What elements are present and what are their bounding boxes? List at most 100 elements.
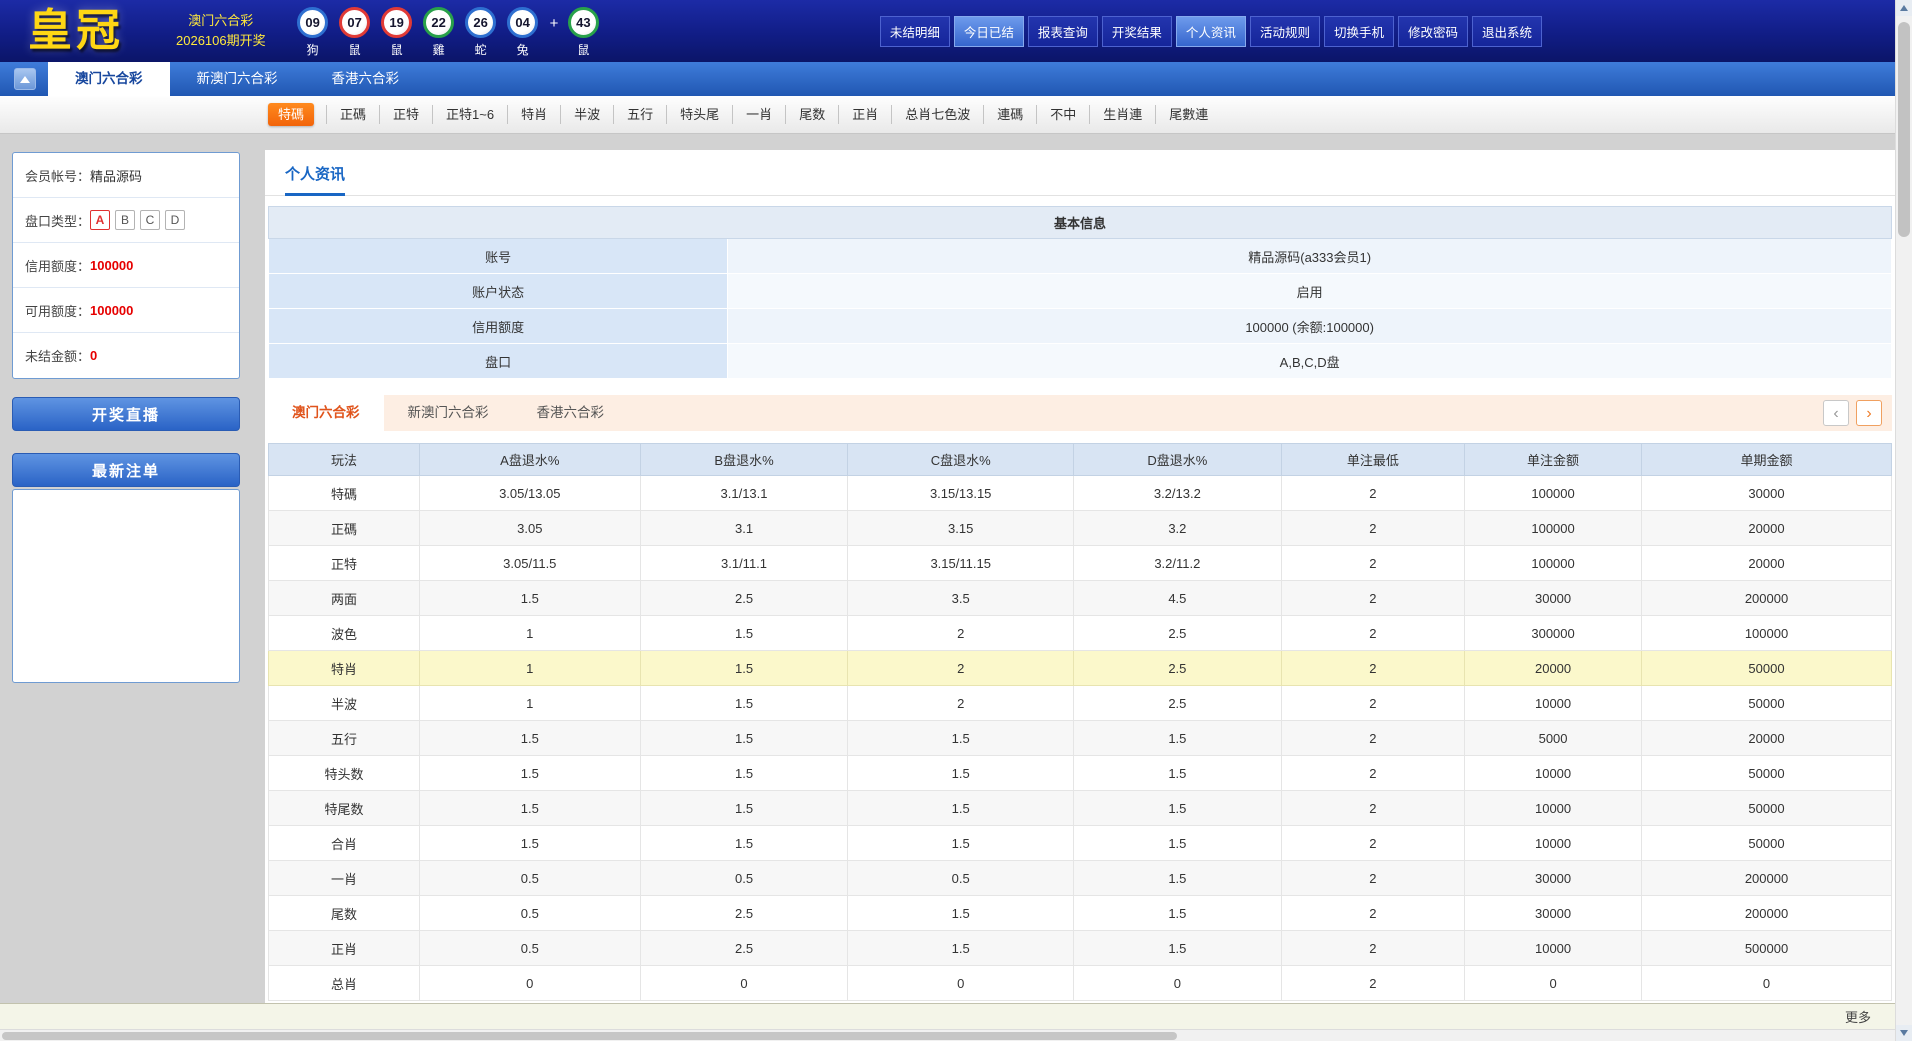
top-menu-item[interactable]: 活动规则 bbox=[1249, 15, 1320, 47]
body-area: 会员帐号： 精品源码 盘口类型： ABCD 信用额度： 100000 可用额度：… bbox=[0, 134, 1912, 1041]
odds-cell: 30000 bbox=[1464, 580, 1643, 616]
subnav-item[interactable]: 正肖 bbox=[838, 105, 891, 124]
top-menu-item[interactable]: 报表查询 bbox=[1027, 15, 1098, 47]
pager-next-button[interactable]: › bbox=[1856, 400, 1882, 426]
odds-cell: 1.5 bbox=[1072, 720, 1282, 756]
more-link[interactable]: 更多 bbox=[1845, 1007, 1871, 1026]
credit-row: 信用额度： 100000 bbox=[13, 243, 239, 288]
odds-row: 正特 3.05/11.5 3.1/11.1 3.15/11.15 3.2/11.2 2 10… bbox=[268, 545, 1892, 581]
odds-cell: 正特 bbox=[268, 545, 420, 581]
odds-cell: 1.5 bbox=[1072, 860, 1282, 896]
ball-number: 43 bbox=[567, 6, 599, 38]
odds-cell: 30000 bbox=[1464, 860, 1643, 896]
odds-column-header: D盘退水% bbox=[1072, 443, 1282, 476]
top-menu-item[interactable]: 开奖结果 bbox=[1101, 15, 1172, 47]
credit-value: 100000 bbox=[90, 257, 134, 273]
subnav-item[interactable]: 特肖 bbox=[507, 105, 560, 124]
odds-cell: 50000 bbox=[1641, 825, 1892, 861]
lottery-ball: 04 兔 bbox=[506, 5, 540, 58]
odds-column-header: 单期金额 bbox=[1641, 443, 1892, 476]
panel-type-button[interactable]: C bbox=[140, 210, 161, 230]
odds-cell: 1.5 bbox=[639, 790, 849, 826]
subnav-item[interactable]: 正特1~6 bbox=[432, 105, 507, 124]
odds-cell: 波色 bbox=[268, 615, 420, 651]
odds-cell: 2 bbox=[1280, 720, 1466, 756]
odds-cell: 正碼 bbox=[268, 510, 420, 546]
odds-lottery-tab[interactable]: 澳门六合彩 bbox=[268, 395, 384, 431]
subnav-item[interactable]: 总肖七色波 bbox=[891, 105, 983, 124]
odds-cell: 两面 bbox=[268, 580, 420, 616]
lottery-tab[interactable]: 香港六合彩 bbox=[305, 62, 427, 96]
vertical-scrollbar-thumb[interactable] bbox=[1898, 22, 1910, 237]
odds-cell: 20000 bbox=[1641, 510, 1892, 546]
top-menu-item[interactable]: 未结明细 bbox=[879, 15, 950, 47]
odds-lottery-tab[interactable]: 新澳门六合彩 bbox=[384, 395, 513, 431]
collapse-button[interactable] bbox=[14, 68, 36, 90]
subnav-item[interactable]: 半波 bbox=[560, 105, 613, 124]
odds-cell: 0.5 bbox=[639, 860, 849, 896]
odds-lottery-tabs: 澳门六合彩 新澳门六合彩 香港六合彩 bbox=[268, 395, 628, 431]
subnav-item[interactable]: 正碼 bbox=[326, 105, 379, 124]
subnav-item[interactable]: 五行 bbox=[613, 105, 666, 124]
subnav-item[interactable]: 正特 bbox=[379, 105, 432, 124]
odds-cell: 1.5 bbox=[418, 825, 641, 861]
horizontal-scrollbar-thumb[interactable] bbox=[2, 1032, 1177, 1040]
subnav-item[interactable]: 特头尾 bbox=[666, 105, 732, 124]
odds-cell: 2 bbox=[847, 615, 1074, 651]
scroll-down-button[interactable] bbox=[1896, 1025, 1912, 1041]
subnav-item[interactable]: 特碼 bbox=[268, 103, 315, 126]
site-logo[interactable]: 皇冠 bbox=[28, 9, 124, 53]
lottery-ball: 22 雞 bbox=[422, 5, 456, 58]
odds-cell: 0.5 bbox=[847, 860, 1074, 896]
panel-type-button[interactable]: A bbox=[90, 210, 111, 230]
odds-cell: 尾数 bbox=[268, 895, 420, 931]
top-menu-item[interactable]: 退出系统 bbox=[1471, 15, 1542, 47]
info-value: 100000 (余额:100000) bbox=[727, 308, 1892, 344]
odds-cell: 3.05/13.05 bbox=[418, 475, 641, 511]
info-label: 账号 bbox=[267, 238, 729, 274]
lottery-tab[interactable]: 澳门六合彩 bbox=[48, 62, 170, 96]
available-value: 100000 bbox=[90, 302, 134, 318]
lottery-ball: 19 鼠 bbox=[380, 5, 414, 58]
odds-cell: 正肖 bbox=[268, 930, 420, 966]
panel-type-button[interactable]: B bbox=[115, 210, 136, 230]
odds-cell: 1.5 bbox=[639, 825, 849, 861]
odds-lottery-tab[interactable]: 香港六合彩 bbox=[513, 395, 629, 431]
subnav-item[interactable]: 連碼 bbox=[983, 105, 1036, 124]
odds-column-header: C盘退水% bbox=[847, 443, 1074, 476]
odds-row: 两面 1.5 2.5 3.5 4.5 2 30000 200000 bbox=[268, 580, 1892, 616]
scroll-up-button[interactable] bbox=[1896, 0, 1912, 16]
odds-cell: 1.5 bbox=[418, 580, 641, 616]
lottery-tab[interactable]: 新澳门六合彩 bbox=[170, 62, 305, 96]
info-value: A,B,C,D盘 bbox=[727, 343, 1892, 379]
live-draw-button[interactable]: 开奖直播 bbox=[12, 397, 240, 431]
odds-cell: 1 bbox=[418, 615, 641, 651]
subnav-item[interactable]: 尾數連 bbox=[1155, 105, 1221, 124]
top-menu-item[interactable]: 个人资讯 bbox=[1175, 15, 1246, 47]
odds-row: 特尾数 1.5 1.5 1.5 1.5 2 10000 50000 bbox=[268, 790, 1892, 826]
odds-cell: 0 bbox=[847, 965, 1074, 1001]
subnav-item[interactable]: 一肖 bbox=[732, 105, 785, 124]
account-value: 精品源码 bbox=[90, 168, 143, 184]
odds-cell: 0.5 bbox=[418, 930, 641, 966]
odds-cell: 3.15 bbox=[847, 510, 1074, 546]
subnav-item[interactable]: 生肖連 bbox=[1089, 105, 1155, 124]
latest-orders-box bbox=[12, 489, 240, 683]
odds-cell: 5000 bbox=[1464, 720, 1643, 756]
top-menu-item[interactable]: 今日已结 bbox=[953, 15, 1024, 47]
subnav-item[interactable]: 尾数 bbox=[785, 105, 838, 124]
odds-cell: 3.15/13.15 bbox=[847, 475, 1074, 511]
subnav-item[interactable]: 不中 bbox=[1036, 105, 1089, 124]
play-type-subnav: 特碼 正碼 正特 正特1~6 特肖 半波 五行 特头尾 一肖 尾数 正肖 总肖七色波 連碼 不中 生肖連 尾數… bbox=[0, 96, 1912, 134]
odds-cell: 1.5 bbox=[1072, 755, 1282, 791]
odds-cell: 3.05/11.5 bbox=[418, 545, 641, 581]
panel-type-button[interactable]: D bbox=[165, 210, 186, 230]
tabs-pager: ‹ › bbox=[1823, 400, 1882, 426]
odds-cell: 100000 bbox=[1464, 510, 1643, 546]
top-menu-item[interactable]: 切换手机 bbox=[1323, 15, 1394, 47]
pager-prev-button[interactable]: ‹ bbox=[1823, 400, 1849, 426]
top-menu-item[interactable]: 修改密码 bbox=[1397, 15, 1468, 47]
panel-type-label: 盘口类型： bbox=[25, 213, 91, 229]
lottery-ball: 07 鼠 bbox=[338, 5, 372, 58]
odds-cell: 1.5 bbox=[1072, 790, 1282, 826]
